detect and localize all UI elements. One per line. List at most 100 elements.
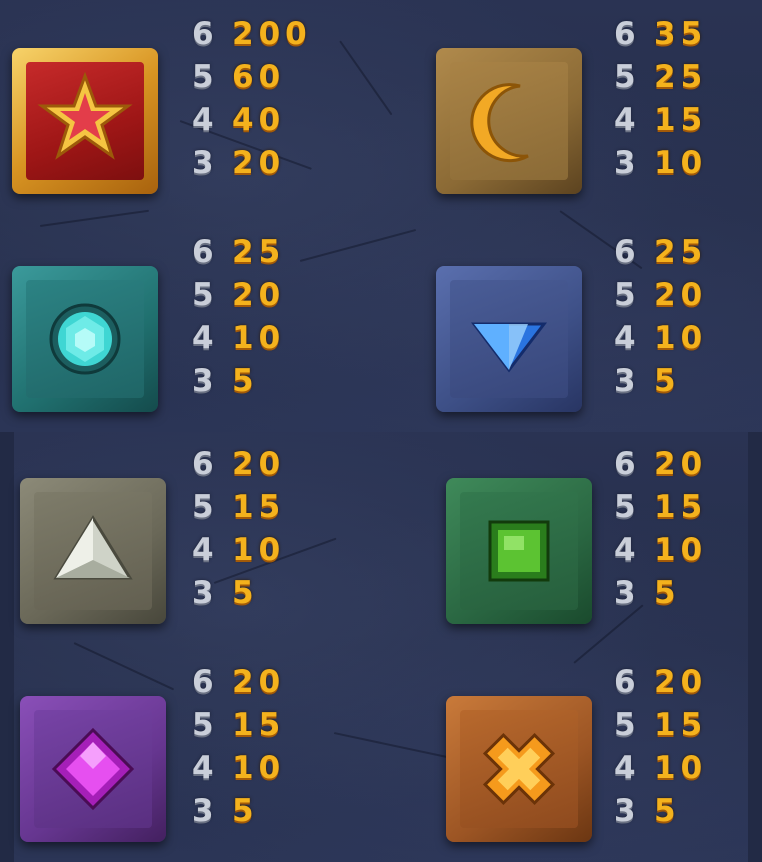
payout-amount: 20 [654,663,708,700]
match-count: 3 [614,144,637,181]
cyan-gem-paytable: 6 25 5 20 4 10 35 [192,230,312,402]
green-square-symbol-tile [446,478,592,624]
payout-row: 5 25 [614,55,734,98]
purple-rhombus-symbol-tile [20,696,166,842]
white-triangle-symbol-tile [20,478,166,624]
match-count: 3 [192,144,215,181]
crescent-moon-icon [470,83,529,163]
round-gem-icon [49,303,121,375]
match-count: 4 [614,749,637,786]
payout-amount: 10 [654,531,708,568]
payout-amount: 25 [654,58,708,95]
match-count: 4 [614,101,637,138]
payout-row: 6 20 [614,660,734,703]
payout-amount: 10 [232,749,286,786]
triangle-gem-icon [53,515,133,580]
payout-amount: 5 [654,574,681,611]
payout-row: 4 15 [614,98,734,141]
match-count: 4 [192,101,215,138]
payout-row: 3 20 [192,141,312,184]
match-count: 5 [614,276,637,313]
payout-amount: 20 [232,276,286,313]
match-count: 3 [614,792,637,829]
payout-amount: 15 [654,101,708,138]
payout-row: 4 10 [192,528,312,571]
payout-amount: 15 [654,706,708,743]
payout-row: 35 [192,359,312,402]
payout-amount: 10 [654,144,708,181]
payout-row: 4 10 [192,316,312,359]
payout-row: 6 20 [192,442,312,485]
payout-amount: 20 [654,445,708,482]
cross-gem-icon [482,732,556,806]
diamond-icon [470,322,548,373]
payout-row: 3 10 [614,141,734,184]
match-count: 4 [192,531,215,568]
payout-amount: 15 [232,706,286,743]
match-count: 6 [192,233,215,270]
payout-row: 5 20 [614,273,734,316]
match-count: 5 [614,58,637,95]
match-count: 5 [192,706,215,743]
payout-row: 4 10 [614,746,734,789]
payout-amount: 5 [654,792,681,829]
payout-amount: 25 [232,233,286,270]
payout-amount: 5 [232,792,259,829]
payout-row: 6 25 [614,230,734,273]
match-count: 6 [192,663,215,700]
payout-amount: 60 [232,58,286,95]
match-count: 5 [192,488,215,525]
red-star-paytable: 6 200 5 60 4 40 3 20 [192,12,312,184]
payout-row: 6 200 [192,12,312,55]
payout-amount: 10 [654,319,708,356]
cyan-gem-symbol-tile [12,266,158,412]
payout-amount: 40 [232,101,286,138]
payout-row: 6 20 [614,442,734,485]
match-count: 3 [614,362,637,399]
payout-row: 35 [192,789,312,832]
payout-amount: 20 [232,663,286,700]
payout-amount: 20 [232,144,286,181]
payout-amount: 10 [232,531,286,568]
orange-cross-paytable: 6 20 5 15 4 10 35 [614,660,734,832]
payout-amount: 10 [654,749,708,786]
payout-row: 5 15 [614,485,734,528]
match-count: 3 [192,574,215,611]
payout-row: 5 15 [192,485,312,528]
payout-row: 6 35 [614,12,734,55]
blue-diamond-symbol-tile [436,266,582,412]
match-count: 6 [192,15,215,52]
moon-symbol-tile [436,48,582,194]
payout-amount: 20 [654,276,708,313]
payout-row: 5 60 [192,55,312,98]
payout-row: 4 10 [614,528,734,571]
match-count: 4 [192,319,215,356]
payout-row: 35 [614,571,734,614]
match-count: 5 [614,488,637,525]
payout-row: 35 [614,789,734,832]
match-count: 4 [614,319,637,356]
match-count: 6 [614,15,637,52]
match-count: 3 [192,792,215,829]
moon-paytable: 6 35 5 25 4 15 3 10 [614,12,734,184]
payout-row: 4 10 [614,316,734,359]
payout-row: 4 40 [192,98,312,141]
payout-amount: 15 [654,488,708,525]
payout-row: 6 20 [192,660,312,703]
payout-amount: 10 [232,319,286,356]
match-count: 6 [192,445,215,482]
match-count: 3 [192,362,215,399]
match-count: 6 [614,663,637,700]
payout-amount: 25 [654,233,708,270]
purple-rhombus-paytable: 6 20 5 15 4 10 35 [192,660,312,832]
green-square-paytable: 6 20 5 15 4 10 35 [614,442,734,614]
match-count: 3 [614,574,637,611]
payout-row: 5 20 [192,273,312,316]
match-count: 5 [192,276,215,313]
payout-row: 5 15 [614,703,734,746]
white-triangle-paytable: 6 20 5 15 4 10 35 [192,442,312,614]
match-count: 4 [614,531,637,568]
star-icon [37,71,133,160]
payout-row: 35 [614,359,734,402]
match-count: 6 [614,233,637,270]
